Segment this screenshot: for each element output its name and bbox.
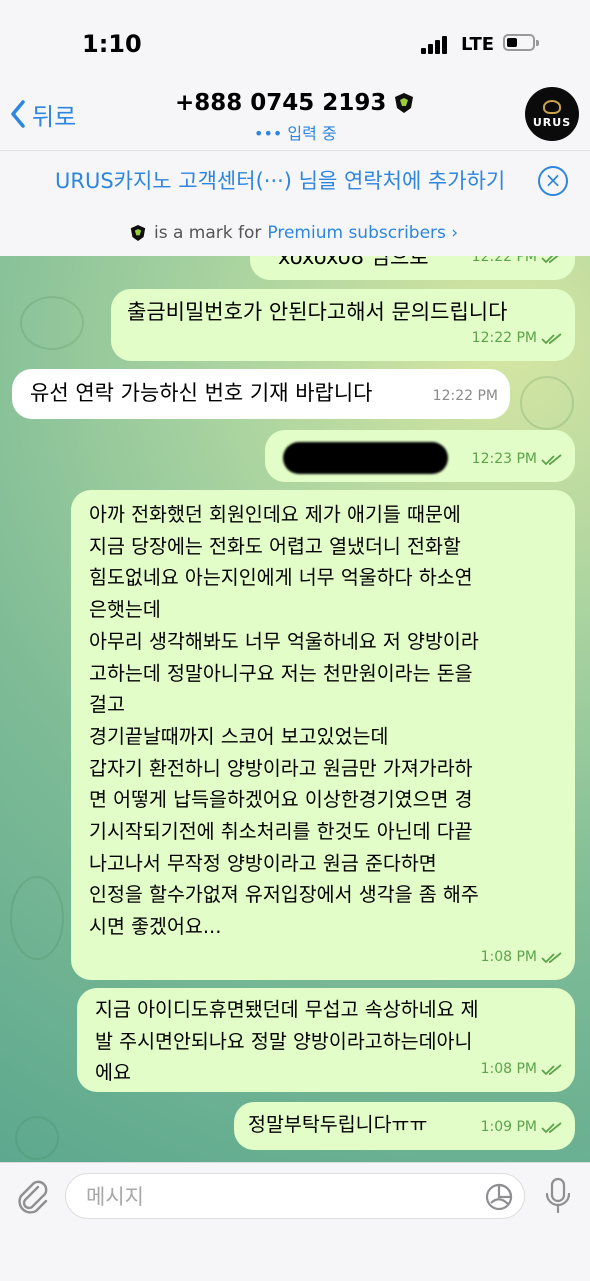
clock: 1:10 [82, 30, 142, 58]
status-bar: 1:10 LTE [0, 0, 590, 84]
doodle [15, 1116, 59, 1160]
chat-area[interactable]: xoxoxo8 님으로 12:22 PM 출금비밀번호가 안된다고해서 문의드립… [0, 256, 590, 1162]
add-contact-link[interactable]: URUS카지노 고객센터(···) 님을 연락처에 추가하기 [55, 165, 505, 195]
battery-icon [503, 34, 539, 51]
chat-header: 뒤로 +888 0745 2193 ••• 입력 중 URUS [0, 84, 590, 150]
message-time: 12:23 PM [471, 451, 537, 467]
avatar-text: URUS [532, 115, 572, 129]
add-contact-bar: URUS카지노 고객센터(···) 님을 연락처에 추가하기 × [0, 150, 590, 213]
message-bubble-incoming[interactable]: 유선 연락 가능하신 번호 기재 바랍니다 12:22 PM [12, 369, 510, 419]
message-text: 유선 연락 가능하신 번호 기재 바랍니다 [30, 381, 373, 405]
double-check-icon [541, 453, 562, 465]
phone-number: +888 0745 2193 [175, 90, 387, 116]
premium-link-label: Premium subscribers [267, 223, 446, 243]
message-text: xoxoxo8 님으로 [278, 256, 429, 269]
avatar[interactable]: URUS [525, 87, 579, 141]
doodle [10, 876, 64, 960]
message-time: 12:22 PM [432, 388, 498, 404]
back-label: 뒤로 [32, 102, 77, 131]
chat-title[interactable]: +888 0745 2193 [175, 90, 414, 116]
double-check-icon [541, 256, 559, 263]
double-check-icon [541, 1121, 562, 1133]
message-meta: 12:22 PM [472, 256, 563, 273]
message-time: 1:09 PM [480, 1119, 537, 1135]
network-label: LTE [461, 34, 495, 55]
double-check-icon [541, 1063, 562, 1075]
message-bubble-outgoing[interactable]: xoxoxo8 님으로 12:22 PM [250, 256, 575, 280]
signal-icon [421, 36, 449, 54]
message-meta: 1:08 PM [481, 1054, 563, 1085]
message-meta: 12:22 PM [472, 323, 563, 354]
message-bubble-outgoing[interactable]: 12:23 PM [265, 430, 575, 482]
premium-text: is a mark for [154, 223, 262, 243]
double-check-icon [541, 332, 562, 344]
message-meta: 12:22 PM [433, 381, 498, 412]
message-input[interactable] [84, 1182, 468, 1212]
premium-badge-icon [130, 225, 146, 241]
message-text: 아까 전화했던 회원인데요 제가 애기들 때문에 지금 당장에는 전화도 어렵고… [89, 503, 479, 939]
premium-note: is a mark for Premium subscribers › [0, 212, 590, 256]
premium-badge-icon [395, 93, 414, 113]
message-time: 12:22 PM [471, 256, 537, 265]
message-bubble-outgoing[interactable]: 아까 전화했던 회원인데요 제가 애기들 때문에 지금 당장에는 전화도 어렵고… [71, 490, 575, 980]
message-meta: 1:09 PM [481, 1112, 563, 1143]
message-time: 1:08 PM [480, 1061, 537, 1077]
message-bubble-outgoing[interactable]: 정말부탁두립니다ㅠㅠ 1:09 PM [234, 1102, 575, 1150]
premium-link[interactable]: Premium subscribers › [267, 223, 458, 243]
message-meta: 12:23 PM [472, 444, 563, 475]
chevron-left-icon [11, 100, 25, 128]
message-field[interactable] [65, 1173, 525, 1219]
typing-status: ••• 입력 중 [254, 124, 337, 143]
bull-logo-icon [543, 99, 561, 114]
message-text: 출금비밀번호가 안된다고해서 문의드립니다 [127, 300, 508, 324]
doodle [20, 296, 84, 350]
message-bubble-outgoing[interactable]: 출금비밀번호가 안된다고해서 문의드립니다 12:22 PM [111, 289, 575, 361]
message-time: 1:08 PM [480, 949, 537, 965]
sticker-icon[interactable] [484, 1182, 514, 1212]
paperclip-icon[interactable] [16, 1179, 50, 1215]
message-time: 12:22 PM [471, 330, 537, 346]
message-text: 정말부탁두립니다ㅠㅠ [248, 1113, 428, 1136]
redacted-text [283, 442, 448, 474]
back-button[interactable]: 뒤로 [10, 94, 76, 134]
close-icon[interactable]: × [538, 166, 568, 196]
message-text: 지금 아이디도휴면됐던데 무섭고 속상하네요 제 발 주시면안되나요 정말 양방… [95, 998, 479, 1085]
message-bubble-outgoing[interactable]: 지금 아이디도휴면됐던데 무섭고 속상하네요 제 발 주시면안되나요 정말 양방… [77, 988, 575, 1092]
message-meta: 1:08 PM [481, 942, 563, 973]
doodle [520, 376, 574, 430]
microphone-icon[interactable] [543, 1177, 573, 1215]
composer [0, 1162, 590, 1281]
double-check-icon [541, 951, 562, 963]
